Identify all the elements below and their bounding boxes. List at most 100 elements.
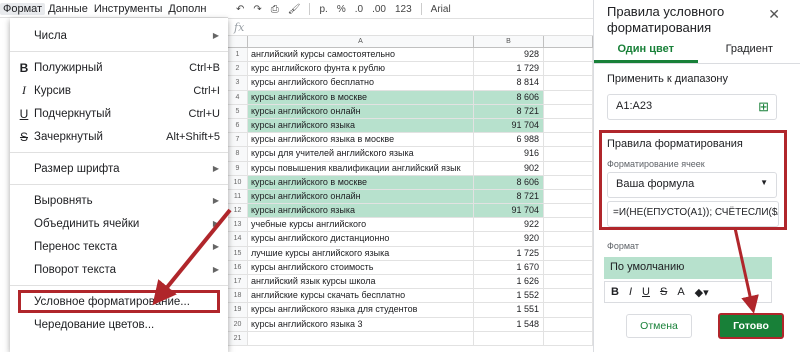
- condition-select[interactable]: Ваша формула ▼: [607, 172, 777, 198]
- row-number[interactable]: 18: [228, 289, 248, 303]
- cell-a[interactable]: курсы английского языка в москве: [248, 133, 474, 147]
- cell-a[interactable]: курсы для учителей английского языка: [248, 147, 474, 161]
- underline-icon[interactable]: U: [642, 286, 650, 298]
- cell-a[interactable]: курсы английского дистанционно: [248, 232, 474, 246]
- cell-c[interactable]: [544, 331, 593, 345]
- menu-data[interactable]: Данные: [45, 3, 91, 15]
- decrease-decimal-button[interactable]: .0: [355, 4, 363, 15]
- row-number[interactable]: 15: [228, 246, 248, 260]
- cell-c[interactable]: [544, 104, 593, 118]
- text-color-icon[interactable]: A: [677, 286, 684, 298]
- cell-b[interactable]: 1 548: [474, 317, 544, 331]
- cell-b[interactable]: 1 725: [474, 246, 544, 260]
- fill-color-icon[interactable]: ◆▾: [695, 286, 709, 299]
- undo-icon[interactable]: ↶: [236, 4, 244, 15]
- row-number[interactable]: 21: [228, 331, 248, 345]
- row-number[interactable]: 16: [228, 260, 248, 274]
- cell-b[interactable]: 91 704: [474, 118, 544, 133]
- menu-item-italic[interactable]: I Курсив Ctrl+I: [10, 79, 228, 102]
- cell-c[interactable]: [544, 62, 593, 76]
- row-number[interactable]: 7: [228, 133, 248, 147]
- menu-addons[interactable]: Дополн: [165, 3, 209, 15]
- cell-a[interactable]: курсы английского стоимость: [248, 260, 474, 274]
- cell-b[interactable]: 1 670: [474, 260, 544, 274]
- menu-item-merge[interactable]: Объединить ячейки ▶: [10, 212, 228, 235]
- menu-format[interactable]: Формат: [0, 2, 46, 15]
- percent-button[interactable]: %: [337, 4, 346, 15]
- print-icon[interactable]: ⎙: [271, 4, 279, 15]
- cell-b[interactable]: 1 552: [474, 289, 544, 303]
- cell-a[interactable]: курсы повышения квалификации английский …: [248, 161, 474, 175]
- cell-a[interactable]: курсы английского языка: [248, 204, 474, 218]
- cell-a[interactable]: курсы английского в москве: [248, 175, 474, 189]
- increase-decimal-button[interactable]: .00: [372, 4, 386, 15]
- menu-item-font-size[interactable]: Размер шрифта ▶: [10, 157, 228, 180]
- corner-cell[interactable]: [228, 36, 248, 47]
- menu-item-wrap[interactable]: Перенос текста ▶: [10, 235, 228, 258]
- cell-a[interactable]: курсы английского онлайн: [248, 189, 474, 204]
- menu-item-alternating-colors[interactable]: Чередование цветов...: [10, 313, 228, 336]
- cell-c[interactable]: [544, 232, 593, 246]
- cell-a[interactable]: курсы английского языка 3: [248, 317, 474, 331]
- cell-a[interactable]: курсы английского в москве: [248, 90, 474, 104]
- formula-bar[interactable]: fx: [228, 18, 593, 36]
- column-header-a[interactable]: A: [248, 36, 474, 47]
- cell-b[interactable]: 6 988: [474, 133, 544, 147]
- cell-c[interactable]: [544, 246, 593, 260]
- cell-b[interactable]: 1 729: [474, 62, 544, 76]
- grid-select-icon[interactable]: ⊞: [758, 99, 769, 115]
- close-icon[interactable]: ✕: [768, 6, 780, 23]
- menu-item-rotate[interactable]: Поворот текста ▶: [10, 258, 228, 281]
- cell-a[interactable]: учебные курсы английского: [248, 218, 474, 232]
- cell-a[interactable]: курсы английского онлайн: [248, 104, 474, 118]
- menu-item-numbers[interactable]: Числа ▶: [10, 24, 228, 47]
- menu-tools[interactable]: Инструменты: [91, 3, 166, 15]
- cell-c[interactable]: [544, 161, 593, 175]
- cell-a[interactable]: курсы английского бесплатно: [248, 76, 474, 90]
- row-number[interactable]: 10: [228, 175, 248, 189]
- cell-c[interactable]: [544, 147, 593, 161]
- row-number[interactable]: 12: [228, 204, 248, 218]
- cell-b[interactable]: 1 626: [474, 275, 544, 289]
- formula-input[interactable]: =И(НЕ(ЕПУСТО(A1)); СЧЁТЕСЛИ($A$1: [607, 201, 779, 227]
- number-format-button[interactable]: 123: [395, 4, 412, 15]
- cell-b[interactable]: 8 721: [474, 104, 544, 118]
- menu-item-bold[interactable]: B Полужирный Ctrl+B: [10, 56, 228, 79]
- paint-format-icon[interactable]: 🖌: [288, 4, 301, 15]
- row-number[interactable]: 20: [228, 317, 248, 331]
- menu-item-underline[interactable]: U Подчеркнутый Ctrl+U: [10, 102, 228, 125]
- cell-c[interactable]: [544, 90, 593, 104]
- cell-a[interactable]: [248, 331, 474, 345]
- menu-item-conditional-formatting[interactable]: Условное форматирование...: [18, 290, 220, 313]
- row-number[interactable]: 1: [228, 48, 248, 62]
- menu-item-align[interactable]: Выровнять ▶: [10, 189, 228, 212]
- cell-c[interactable]: [544, 189, 593, 204]
- cell-a[interactable]: курсы английского языка для студентов: [248, 303, 474, 317]
- cell-c[interactable]: [544, 48, 593, 62]
- cell-c[interactable]: [544, 303, 593, 317]
- cell-b[interactable]: 8 721: [474, 189, 544, 204]
- cell-b[interactable]: 928: [474, 48, 544, 62]
- row-number[interactable]: 14: [228, 232, 248, 246]
- column-header-b[interactable]: B: [474, 36, 544, 47]
- cell-b[interactable]: 920: [474, 232, 544, 246]
- cell-a[interactable]: английский курсы самостоятельно: [248, 48, 474, 62]
- cell-c[interactable]: [544, 76, 593, 90]
- font-select[interactable]: Arial: [431, 4, 451, 15]
- cell-c[interactable]: [544, 289, 593, 303]
- row-number[interactable]: 9: [228, 161, 248, 175]
- cell-c[interactable]: [544, 317, 593, 331]
- cell-a[interactable]: курс английского фунта к рублю: [248, 62, 474, 76]
- cell-c[interactable]: [544, 218, 593, 232]
- cell-c[interactable]: [544, 118, 593, 133]
- cell-b[interactable]: [474, 331, 544, 345]
- cell-c[interactable]: [544, 260, 593, 274]
- cell-b[interactable]: 8 814: [474, 76, 544, 90]
- row-number[interactable]: 13: [228, 218, 248, 232]
- cell-c[interactable]: [544, 175, 593, 189]
- row-number[interactable]: 8: [228, 147, 248, 161]
- row-number[interactable]: 6: [228, 118, 248, 133]
- row-number[interactable]: 11: [228, 189, 248, 204]
- cell-b[interactable]: 8 606: [474, 175, 544, 189]
- tab-single-color[interactable]: Один цвет: [594, 38, 698, 63]
